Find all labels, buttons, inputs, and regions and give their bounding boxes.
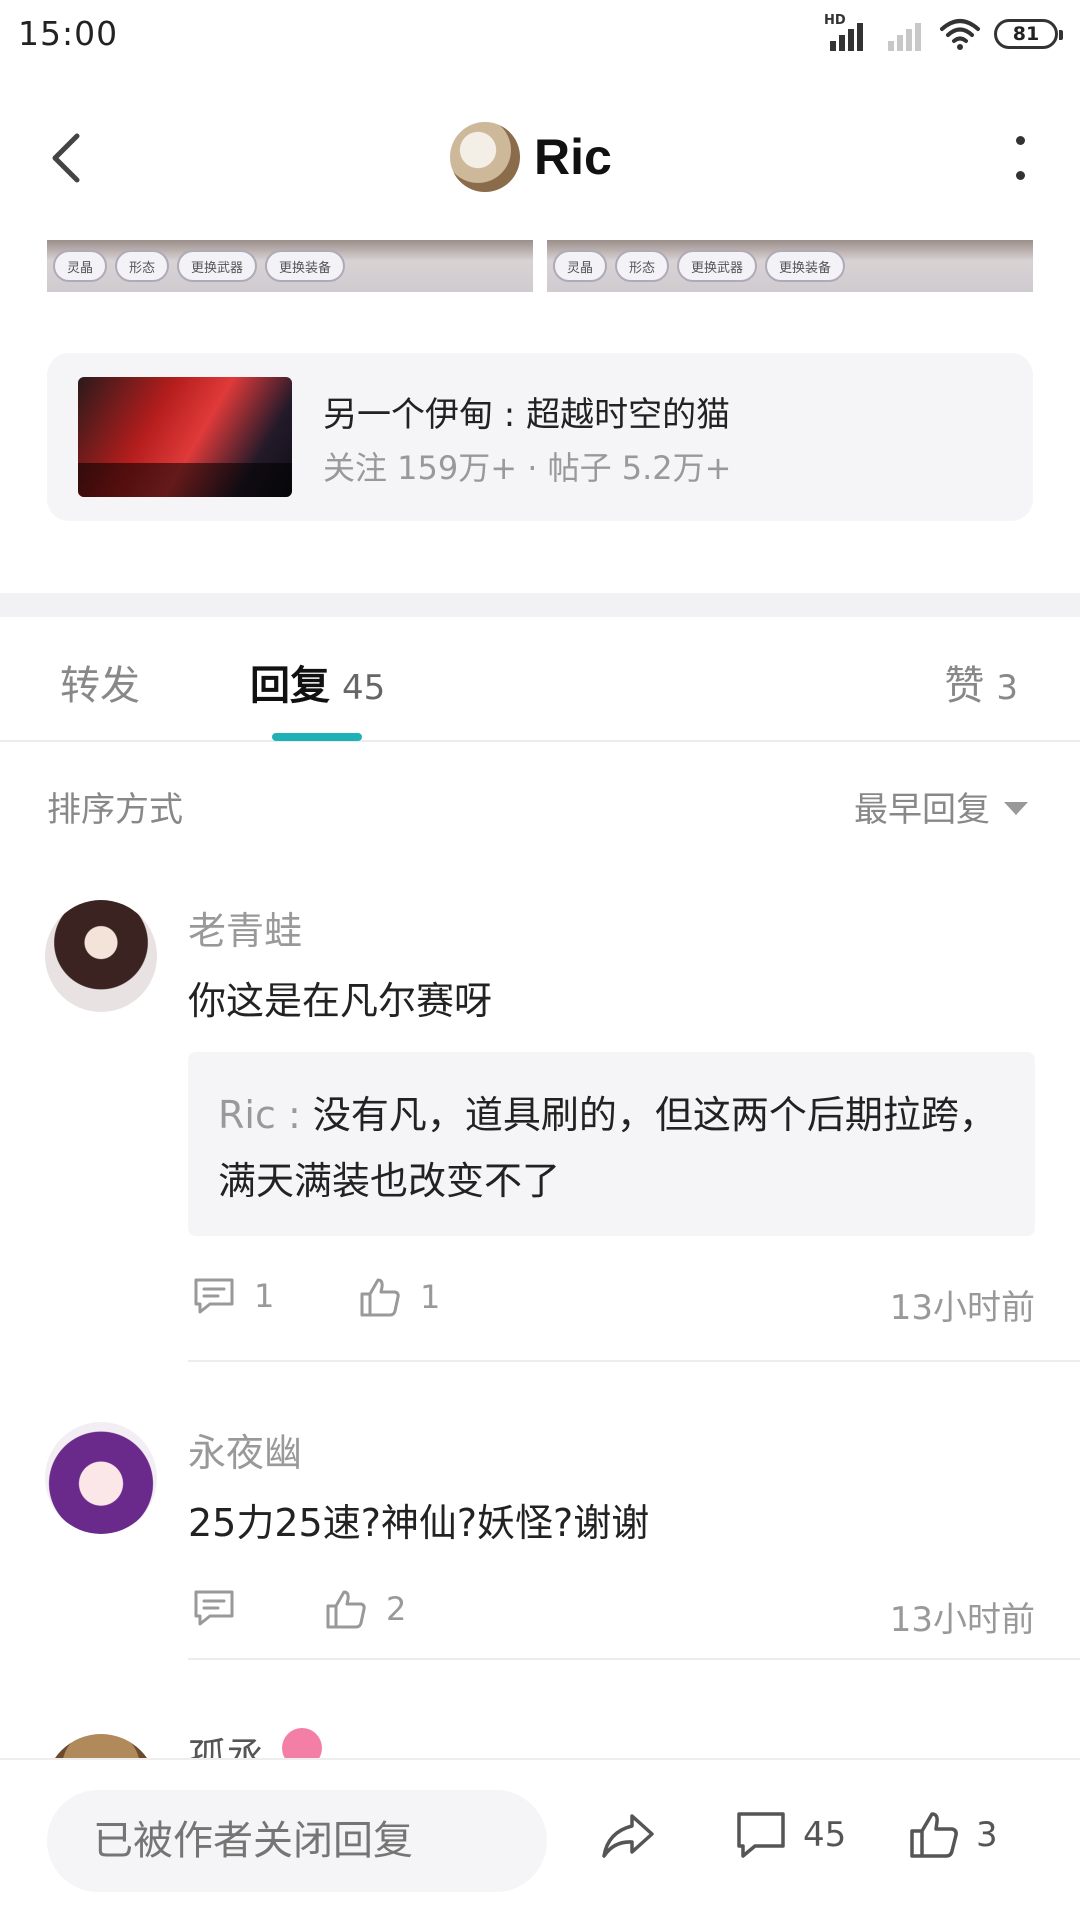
like-button[interactable]: 2: [324, 1588, 406, 1630]
tab-label: 回复: [250, 663, 330, 709]
avatar[interactable]: [45, 900, 157, 1012]
thumbs-up-icon: [360, 1278, 400, 1317]
comment-text: 你这是在凡尔赛呀: [188, 979, 493, 1023]
reply-input[interactable]: [47, 1790, 547, 1892]
comment-actions: 1 1 13小时前: [188, 1270, 1035, 1330]
tab-like[interactable]: 赞 3: [944, 653, 1018, 711]
like-count: 2: [386, 1590, 407, 1628]
tab-forward[interactable]: 转发: [60, 653, 140, 711]
comment-icon: [194, 1590, 234, 1626]
comment-text: 25力25速?神仙?妖怪?谢谢: [188, 1501, 650, 1545]
level-badge: [282, 1728, 322, 1758]
post-images: 灵晶 形态 更换武器 更换装备 灵晶 形态 更换武器 更换装备: [47, 240, 1033, 292]
author-info[interactable]: Ric: [450, 122, 612, 192]
divider: [188, 1658, 1080, 1660]
like-post-button[interactable]: 3: [908, 1810, 998, 1860]
forum-stats: 关注 159万+ · 帖子 5.2万+: [323, 449, 732, 487]
quote-author: Ric: [218, 1093, 276, 1137]
comment-icon: [737, 1812, 785, 1858]
comments-count: 45: [803, 1815, 847, 1855]
avatar[interactable]: [45, 1734, 157, 1758]
status-icons: HD 81: [824, 13, 1063, 54]
image-pill: 灵晶: [553, 250, 608, 282]
image-pill: 更换武器: [677, 250, 758, 282]
tab-count: 3: [996, 668, 1018, 708]
status-bar: 15:00 HD 81: [0, 0, 1080, 72]
like-button[interactable]: 1: [358, 1276, 440, 1318]
signal-icon: HD: [824, 13, 868, 51]
comment-time: 13小时前: [889, 1600, 1035, 1640]
reply-button[interactable]: 1: [192, 1276, 274, 1316]
more-dot-icon: [1015, 136, 1025, 145]
more-options-button[interactable]: [1010, 136, 1030, 180]
sort-label: 排序方式: [47, 790, 183, 830]
author-name[interactable]: Ric: [534, 128, 612, 186]
author-avatar[interactable]: [450, 122, 520, 192]
sort-selected: 最早回复: [854, 790, 990, 830]
image-pill: 更换装备: [265, 250, 346, 282]
comment-author[interactable]: 孤丞: [188, 1726, 264, 1758]
status-time: 15:00: [18, 14, 119, 53]
section-divider: [0, 593, 1080, 617]
image-pill: 灵晶: [53, 250, 108, 282]
forum-thumbnail: [78, 377, 292, 497]
like-post-count: 3: [976, 1815, 998, 1855]
avatar[interactable]: [45, 1422, 157, 1534]
more-dot-icon: [1015, 171, 1025, 180]
reply-count: 1: [254, 1277, 275, 1315]
forum-name: 另一个伊甸 : 超越时空的猫: [323, 395, 731, 435]
post-image[interactable]: 灵晶 形态 更换武器 更换装备: [547, 240, 1033, 292]
caret-down-icon: [1004, 802, 1028, 815]
quote-text: 没有凡，道具刷的，但这两个后期拉跨，满天满装也改变不了: [218, 1093, 997, 1203]
tab-label: 赞: [944, 663, 985, 709]
thumbs-up-icon: [326, 1590, 366, 1629]
quote-separator: :: [275, 1093, 313, 1137]
post-image[interactable]: 灵晶 形态 更换武器 更换装备: [47, 240, 533, 292]
image-pill: 更换装备: [765, 250, 846, 282]
battery-indicator: 81: [994, 19, 1063, 49]
tab-count: 45: [342, 668, 386, 708]
forum-card[interactable]: 另一个伊甸 : 超越时空的猫 关注 159万+ · 帖子 5.2万+: [47, 353, 1033, 521]
image-pill: 形态: [115, 250, 170, 282]
comment-icon: [194, 1278, 234, 1314]
quoted-reply[interactable]: Ric : 没有凡，道具刷的，但这两个后期拉跨，满天满装也改变不了: [188, 1052, 1035, 1236]
signal-secondary-icon: [882, 17, 926, 51]
share-icon: [602, 1814, 654, 1858]
comment-author[interactable]: 永夜幽: [188, 1422, 302, 1477]
image-pill: 更换武器: [177, 250, 258, 282]
comment-actions: 2 13小时前: [188, 1582, 1035, 1642]
tab-reply[interactable]: 回复 45: [250, 653, 385, 711]
comment-author[interactable]: 老青蛙: [188, 900, 302, 955]
sort-row: 排序方式 最早回复: [0, 780, 1080, 830]
share-button[interactable]: [600, 1810, 656, 1862]
wifi-icon: [940, 19, 980, 50]
thumbs-up-icon: [910, 1812, 958, 1858]
back-button[interactable]: [40, 128, 90, 188]
divider: [188, 1360, 1080, 1362]
comment-time: 13小时前: [889, 1288, 1035, 1328]
tab-label: 转发: [60, 663, 140, 709]
reply-button[interactable]: [192, 1588, 254, 1628]
image-pill: 形态: [615, 250, 670, 282]
tab-indicator: [272, 733, 362, 741]
like-count: 1: [420, 1278, 441, 1316]
bottom-bar: 45 3: [0, 1758, 1080, 1920]
comments-button[interactable]: 45: [735, 1810, 846, 1860]
chevron-left-icon: [52, 133, 80, 183]
top-nav: Ric: [0, 100, 1080, 215]
sort-dropdown[interactable]: 最早回复: [854, 782, 1028, 831]
post-tabs: 转发 回复 45 赞 3: [0, 617, 1080, 742]
comment-item: 孤丞: [0, 1720, 1080, 1758]
